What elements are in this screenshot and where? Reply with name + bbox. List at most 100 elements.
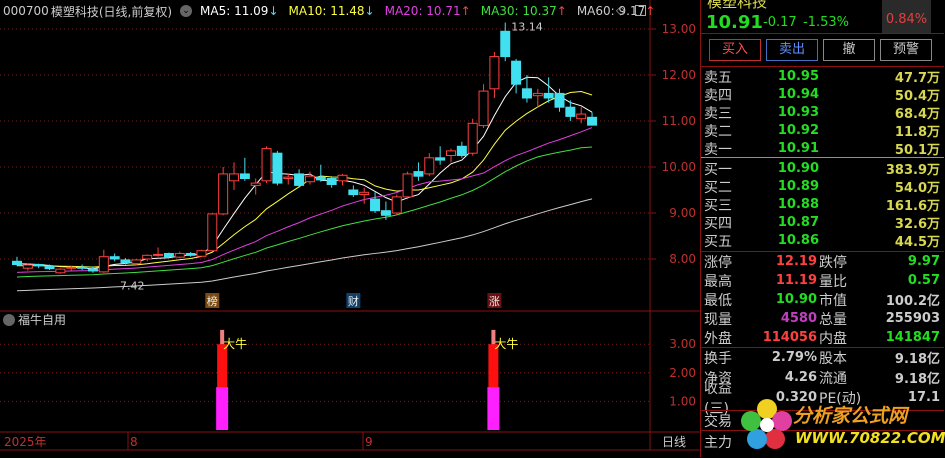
bid-volume: 44.5万 — [894, 235, 940, 250]
stat-row: 现量 4580 总量 255903 — [701, 309, 944, 328]
ma-indicator-3: MA30: 10.37↑ — [481, 4, 567, 18]
ask-row[interactable]: 卖五 10.95 47.7万 — [701, 67, 944, 86]
ask-volume: 68.4万 — [894, 107, 940, 122]
candle-body — [283, 176, 294, 179]
bid-label: 买二 — [704, 179, 732, 196]
ma-arrow: ↓ — [268, 4, 279, 18]
stock-code: 000700 — [3, 4, 49, 18]
stat-row: 换手 2.79% 股本 9.18亿 — [701, 348, 944, 367]
stat-row: 涨停 12.19 跌停 9.97 — [701, 252, 944, 271]
candle-body — [131, 259, 142, 265]
candle-body — [294, 173, 305, 186]
ma-value: MA10: 11.48 — [288, 4, 365, 18]
ma-value: MA20: 10.71 — [384, 4, 461, 18]
month-label: 9 — [365, 435, 373, 449]
ma-indicator-1: MA10: 11.48↓ — [289, 4, 375, 18]
candle-body — [326, 178, 337, 185]
stat-value: 12.19 — [775, 254, 817, 269]
watermark-url: WWW.70822.COM — [795, 429, 945, 447]
stat-label: 内盘 — [819, 330, 847, 347]
bid-row[interactable]: 买五 10.86 44.5万 — [701, 231, 944, 250]
diamond-icon[interactable]: ◇ — [616, 3, 625, 17]
candle-body — [500, 30, 511, 58]
stat-value: 114056 — [762, 330, 817, 345]
candle-body — [359, 191, 370, 196]
trade-row[interactable]: 交易 — [704, 411, 732, 431]
sub-chevron-icon[interactable] — [3, 314, 15, 326]
ask-price: 10.93 — [777, 105, 819, 120]
candle-body — [532, 92, 543, 97]
chevron-down-icon[interactable]: ⌄ — [180, 5, 193, 17]
bid-label: 买四 — [704, 215, 732, 232]
year-label: 2025年 — [4, 435, 47, 449]
quote-title: 模塑科技 — [707, 0, 768, 11]
stat-label: 最低 — [704, 292, 732, 309]
event-marker-1[interactable]: 财 — [348, 294, 359, 308]
low-annotation: 7.42 — [120, 280, 145, 293]
y-tick-label: 12.00 — [662, 68, 696, 82]
bid-price: 10.87 — [777, 215, 819, 230]
quote-panel: 模塑科技 10.91 -0.17 -1.53% 0.84% 买入 卖出 撤 预警… — [700, 0, 945, 457]
stat-value: 11.19 — [775, 273, 817, 288]
stat-value: 9.97 — [907, 254, 940, 269]
bid-volume: 54.0万 — [894, 181, 940, 196]
ask-label: 卖三 — [704, 105, 732, 122]
stat-row: 最高 11.19 量比 0.57 — [701, 271, 944, 290]
main-force-row[interactable]: 主力 — [704, 432, 732, 452]
sub-tick-label: 3.00 — [669, 337, 696, 351]
candle-body — [163, 252, 174, 258]
watermark-logo: 分析家公式网 WWW.70822.COM — [737, 395, 945, 455]
buy-button[interactable]: 买入 — [709, 39, 761, 61]
candle-body — [554, 92, 565, 108]
candle — [261, 146, 272, 184]
candle-body — [196, 250, 207, 257]
chart-header: 000700 模塑科技(日线,前复权) ⌄ MA5: 11.09↓ MA10: 1… — [0, 2, 655, 20]
candle-body — [174, 252, 185, 258]
candle — [467, 118, 478, 156]
candle-body — [250, 182, 261, 186]
bid-volume: 161.6万 — [885, 199, 940, 214]
bid-row[interactable]: 买二 10.89 54.0万 — [701, 177, 944, 196]
ask-volume: 50.4万 — [894, 89, 940, 104]
ask-row[interactable]: 卖一 10.91 50.1万 — [701, 139, 944, 158]
bid-row[interactable]: 买三 10.88 161.6万 — [701, 195, 944, 214]
candle-body — [229, 173, 239, 182]
alert-button[interactable]: 预警 — [880, 39, 932, 61]
candle-body — [413, 171, 424, 177]
candle-body — [446, 150, 456, 156]
candle-body — [77, 266, 88, 269]
ask-row[interactable]: 卖二 10.92 11.8万 — [701, 121, 944, 140]
candle-body — [33, 264, 44, 267]
event-marker-0[interactable]: 榜 — [207, 294, 218, 308]
candle — [55, 268, 66, 274]
candle-body — [12, 260, 22, 266]
candle-body — [587, 116, 598, 126]
ask-row[interactable]: 卖三 10.93 68.4万 — [701, 103, 944, 122]
y-tick-label: 10.00 — [662, 160, 696, 174]
ask-label: 卖一 — [704, 141, 732, 158]
panel-toggle-icon[interactable] — [635, 5, 646, 16]
candle-body — [218, 173, 229, 215]
ma-arrow: ↑ — [645, 4, 656, 18]
candle-body — [478, 90, 489, 127]
ma-indicator-2: MA20: 10.71↑ — [385, 4, 471, 18]
stat-value: 4.26 — [784, 370, 817, 385]
y-tick-label: 8.00 — [669, 252, 696, 266]
signal-bar-magenta — [487, 387, 500, 430]
period-label[interactable]: 日线 — [662, 435, 686, 449]
cancel-button[interactable]: 撤 — [823, 39, 875, 61]
candle-body — [142, 254, 153, 260]
bid-row[interactable]: 买一 10.90 383.9万 — [701, 159, 944, 178]
ask-label: 卖二 — [704, 123, 732, 140]
candle — [207, 213, 218, 252]
event-marker-2[interactable]: 涨 — [489, 295, 500, 308]
sell-button[interactable]: 卖出 — [766, 39, 818, 61]
candle-body — [98, 256, 109, 273]
kline-chart[interactable]: 13.00 12.00 11.00 10.00 9.00 8.00 13.14 7.42 榜 财 涨… — [0, 0, 700, 457]
candle — [402, 171, 413, 200]
month-label: 8 — [130, 435, 138, 449]
price-change: -0.17 — [763, 15, 797, 30]
bid-row[interactable]: 买四 10.87 32.6万 — [701, 213, 944, 232]
ask-row[interactable]: 卖四 10.94 50.4万 — [701, 85, 944, 104]
candle-body — [153, 253, 164, 256]
